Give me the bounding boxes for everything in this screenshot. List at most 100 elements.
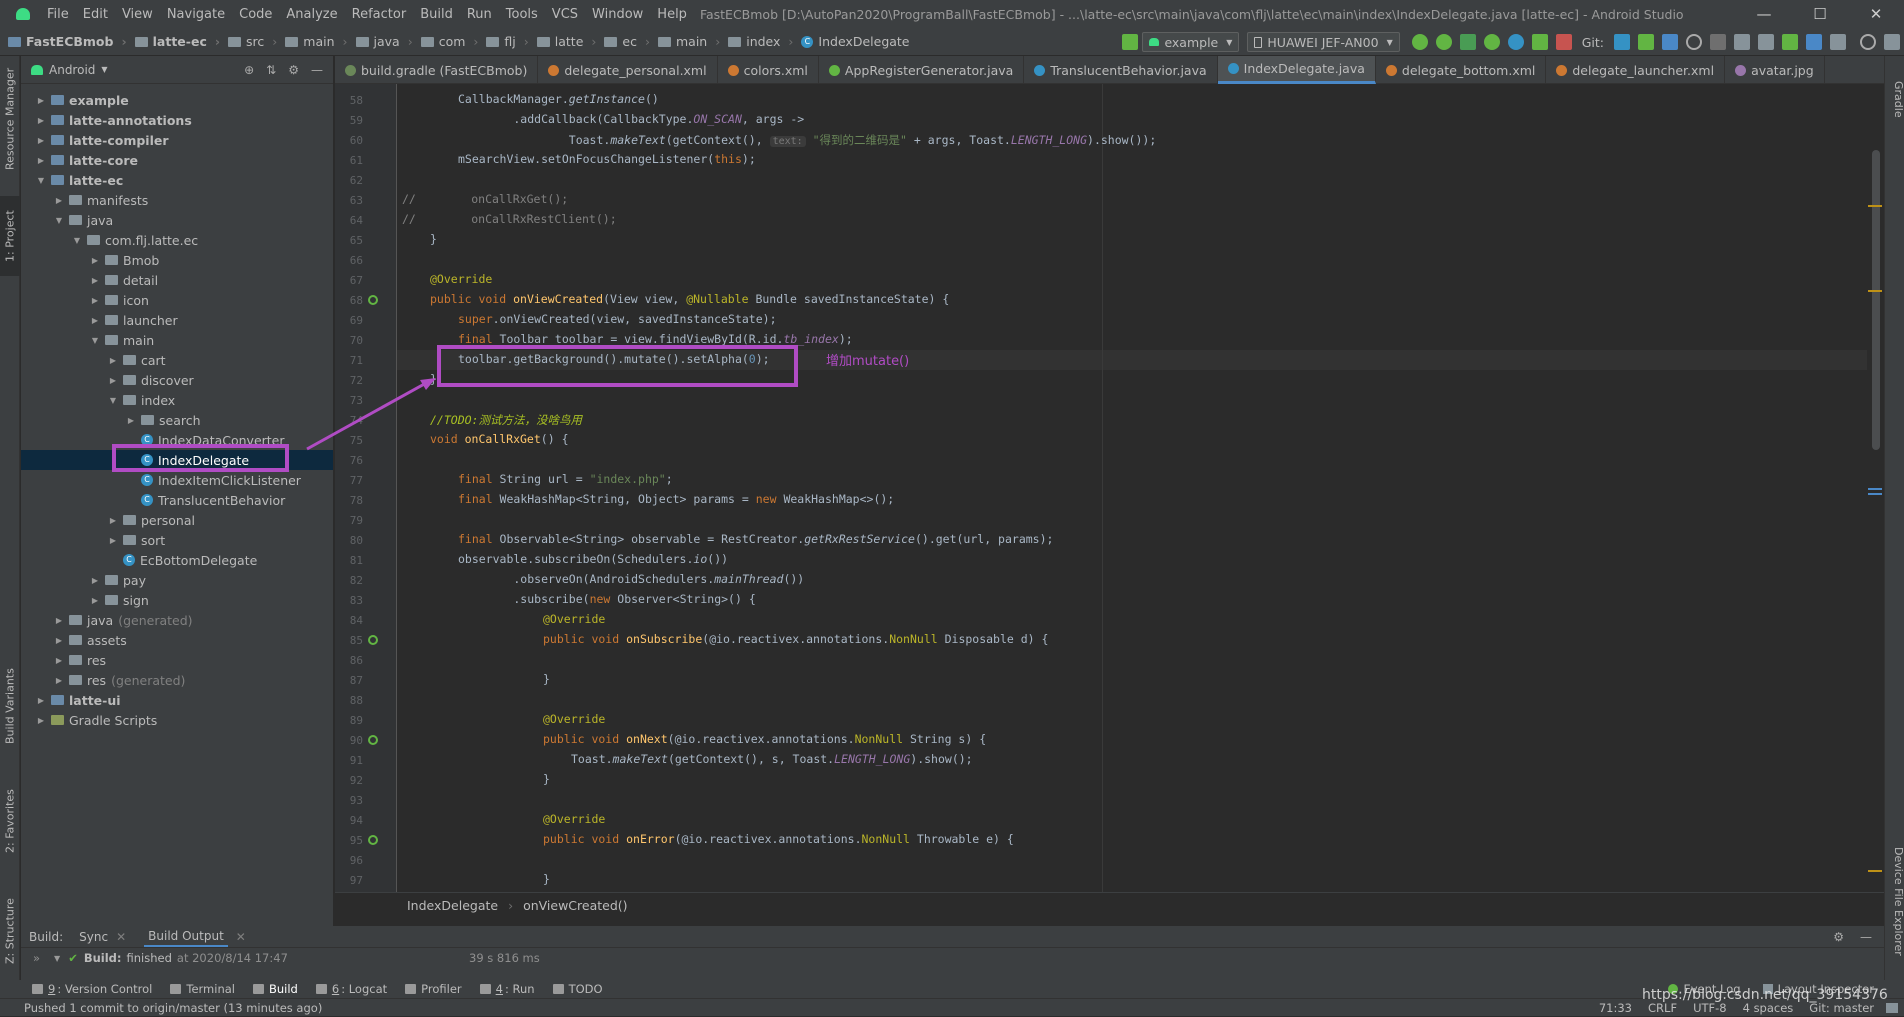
editor-breadcrumb-method[interactable]: onViewCreated() <box>523 898 627 913</box>
chevron-down-icon[interactable]: ▼ <box>53 216 65 225</box>
lock-icon[interactable] <box>1886 1002 1898 1013</box>
chevron-right-icon[interactable]: ▶ <box>35 116 47 125</box>
bottom-tool-button[interactable]: 6: Logcat <box>315 982 387 996</box>
chevron-down-icon[interactable]: ▼ <box>54 954 60 963</box>
chevron-right-icon[interactable]: ▶ <box>89 316 101 325</box>
editor-tab[interactable]: TranslucentBehavior.java <box>1024 56 1218 84</box>
chevron-right-icon[interactable]: ▶ <box>107 516 119 525</box>
override-marker-icon[interactable] <box>368 835 378 845</box>
run-config-select[interactable]: example ▼ <box>1142 32 1240 52</box>
bottom-tool-button[interactable]: Build <box>252 982 298 996</box>
tree-item[interactable]: ▼ java <box>21 210 333 230</box>
tree-item[interactable]: ▶ cart <box>21 350 333 370</box>
chevron-right-icon[interactable]: ▶ <box>125 416 137 425</box>
menu-navigate[interactable]: Navigate <box>160 7 232 22</box>
change-marker[interactable] <box>1868 493 1882 495</box>
bottom-tool-button[interactable]: Profiler <box>405 982 462 996</box>
override-marker-icon[interactable] <box>368 295 378 305</box>
editor-tab[interactable]: IndexDelegate.java <box>1217 56 1376 84</box>
chevron-right-icon[interactable]: ▶ <box>89 276 101 285</box>
cursor-position[interactable]: 71:33 <box>1599 1001 1632 1015</box>
chevron-right-icon[interactable]: ▶ <box>107 376 119 385</box>
chevron-right-icon[interactable]: ▶ <box>35 696 47 705</box>
editor-tab[interactable]: avatar.jpg <box>1725 56 1825 84</box>
tree-item[interactable]: C IndexDataConverter <box>21 430 333 450</box>
device-select[interactable]: HUAWEI JEF-AN00 ▼ <box>1247 32 1400 52</box>
editor-tab[interactable]: build.gradle (FastECBmob) <box>335 56 539 84</box>
profile-icon[interactable] <box>1507 34 1524 50</box>
chevron-right-icon[interactable]: ▶ <box>89 256 101 265</box>
breadcrumb-item[interactable]: latte › <box>536 34 596 49</box>
menu-edit[interactable]: Edit <box>76 7 115 22</box>
tab-project[interactable]: 1: Project <box>0 196 20 276</box>
warning-marker[interactable] <box>1868 290 1882 292</box>
tree-item[interactable]: ▶ pay <box>21 570 333 590</box>
tree-item[interactable]: C TranslucentBehavior <box>21 490 333 510</box>
tree-item[interactable]: ▶ example <box>21 90 333 110</box>
breadcrumb-item[interactable]: ec › <box>604 34 650 49</box>
warning-marker[interactable] <box>1868 205 1882 207</box>
debug-icon[interactable] <box>1483 34 1500 50</box>
chevron-right-icon[interactable]: ▶ <box>53 656 65 665</box>
chevron-right-icon[interactable]: ▶ <box>53 196 65 205</box>
tab-resource-manager[interactable]: Resource Manager <box>0 64 20 174</box>
breadcrumb-item[interactable]: java › <box>355 34 413 49</box>
breadcrumb-item[interactable]: com › <box>420 34 478 49</box>
tree-item[interactable]: ▶ launcher <box>21 310 333 330</box>
override-marker-icon[interactable] <box>368 635 378 645</box>
bottom-tool-button[interactable]: 4: Run <box>479 982 535 996</box>
editor-tab[interactable]: delegate_personal.xml <box>538 56 718 84</box>
git-push-icon[interactable] <box>1662 34 1678 50</box>
tree-item[interactable]: ▶ sign <box>21 590 333 610</box>
tree-item[interactable]: ▶ search <box>21 410 333 430</box>
sdk-manager-icon[interactable] <box>1782 34 1798 50</box>
chevron-right-icon[interactable]: ▶ <box>53 616 65 625</box>
stop-icon[interactable] <box>1555 34 1572 50</box>
gear-icon[interactable]: ⚙ <box>288 63 299 77</box>
chevron-down-icon[interactable]: ▼ <box>35 176 47 185</box>
chevron-down-icon[interactable]: ▼ <box>107 396 119 405</box>
tree-item[interactable]: ▶ java (generated) <box>21 610 333 630</box>
tree-item[interactable]: C IndexItemClickListener <box>21 470 333 490</box>
editor-tab[interactable]: AppRegisterGenerator.java <box>819 56 1025 84</box>
menu-refactor[interactable]: Refactor <box>345 7 414 22</box>
tab-build-output[interactable]: Build Output <box>144 927 228 947</box>
expand-icon[interactable]: » <box>33 951 40 965</box>
editor-breadcrumb-class[interactable]: IndexDelegate <box>407 898 498 913</box>
hide-icon[interactable]: — <box>1860 930 1872 944</box>
tree-item[interactable]: ▼ main <box>21 330 333 350</box>
chevron-right-icon[interactable]: ▶ <box>107 536 119 545</box>
device-manager-icon[interactable] <box>1830 34 1846 50</box>
run-icon[interactable] <box>1459 34 1476 50</box>
tree-item[interactable]: ▼ latte-ec <box>21 170 333 190</box>
bottom-tool-button[interactable]: 9: Version Control <box>32 982 152 996</box>
rollback-icon[interactable] <box>1710 34 1726 50</box>
chevron-right-icon[interactable]: ▶ <box>35 136 47 145</box>
editor-tab[interactable]: delegate_bottom.xml <box>1376 56 1547 84</box>
chevron-right-icon[interactable]: ▶ <box>107 356 119 365</box>
menu-analyze[interactable]: Analyze <box>279 7 344 22</box>
override-marker-icon[interactable] <box>368 735 378 745</box>
editor-scrollbar[interactable] <box>1872 150 1880 450</box>
breadcrumb-item[interactable]: C IndexDelegate <box>801 34 910 49</box>
chevron-right-icon[interactable]: ▶ <box>89 596 101 605</box>
tree-item[interactable]: ▼ com.flj.latte.ec <box>21 230 333 250</box>
bottom-tool-button[interactable]: TODO <box>552 982 603 996</box>
warning-marker[interactable] <box>1868 870 1882 872</box>
menu-window[interactable]: Window <box>585 7 650 22</box>
window-layout-icon[interactable] <box>1884 34 1900 50</box>
tree-item[interactable]: ▶ discover <box>21 370 333 390</box>
breadcrumb-item[interactable]: main › <box>285 34 348 49</box>
menu-run[interactable]: Run <box>460 7 499 22</box>
menu-build[interactable]: Build <box>413 7 460 22</box>
tree-item[interactable]: ▶ detail <box>21 270 333 290</box>
chevron-right-icon[interactable]: ▶ <box>89 296 101 305</box>
breadcrumb-item[interactable]: index › <box>728 34 793 49</box>
chevron-right-icon[interactable]: ▶ <box>53 636 65 645</box>
tree-item[interactable]: ▶ res <box>21 650 333 670</box>
tree-item[interactable]: ▶ Gradle Scripts <box>21 710 333 730</box>
history-icon[interactable] <box>1686 34 1702 50</box>
chevron-right-icon[interactable]: ▶ <box>89 576 101 585</box>
breadcrumb-item[interactable]: FastECBmob › <box>8 34 127 49</box>
tree-item[interactable]: ▶ latte-core <box>21 150 333 170</box>
